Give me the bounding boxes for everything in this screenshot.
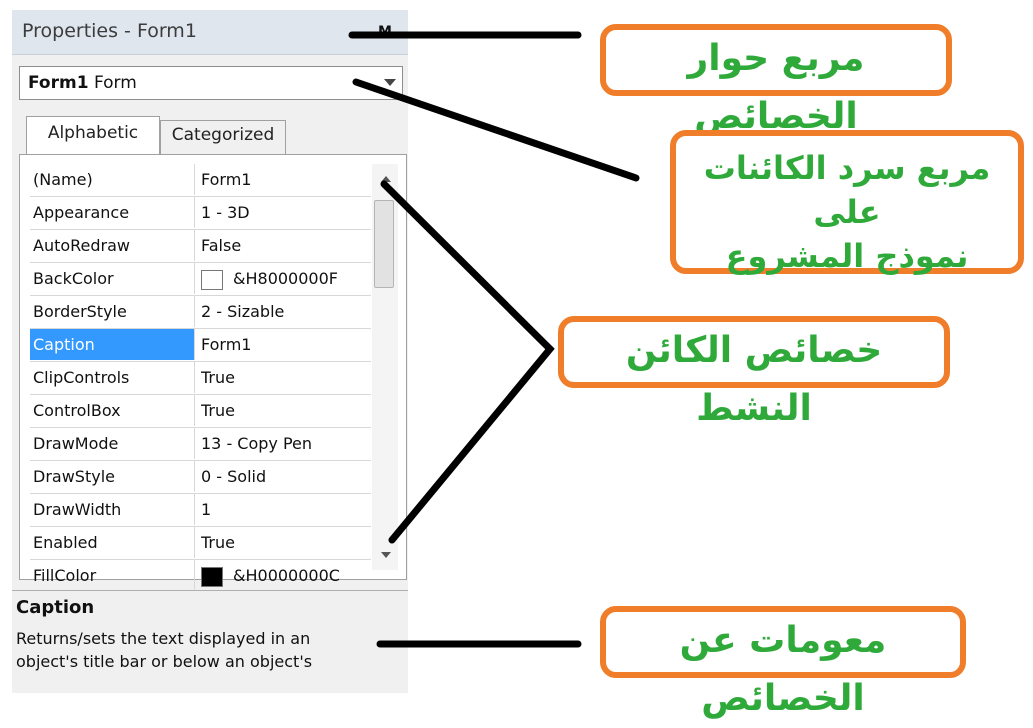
property-value[interactable]: &H8000000F <box>201 263 369 294</box>
property-name[interactable]: ClipControls <box>30 362 195 393</box>
object-type: Form <box>93 73 137 93</box>
property-value[interactable]: 2 - Sizable <box>201 296 369 327</box>
callout-object-list-line-1: مربع سرد الكائنات على <box>703 149 991 231</box>
description-title: Caption <box>16 597 95 618</box>
color-swatch-icon <box>201 566 223 587</box>
property-row[interactable]: BorderStyle 2 - Sizable <box>30 296 371 329</box>
callout-properties-window: مربع حوار الخصائص <box>600 24 952 137</box>
property-row[interactable]: Appearance 1 - 3D <box>30 197 371 230</box>
description-line-1: Returns/sets the text displayed in an <box>16 629 311 648</box>
property-row[interactable]: DrawWidth 1 <box>30 494 371 527</box>
property-name[interactable]: AutoRedraw <box>30 230 195 261</box>
property-row[interactable]: AutoRedraw False <box>30 230 371 263</box>
tab-alphabetic[interactable]: Alphabetic <box>26 116 160 156</box>
pointer-line-grid <box>380 180 555 544</box>
property-row[interactable]: Caption Form1 <box>30 329 371 362</box>
scrollbar-thumb[interactable] <box>374 200 394 288</box>
object-dropdown[interactable]: Form1 Form <box>19 66 403 100</box>
property-value[interactable]: True <box>201 362 369 393</box>
property-name[interactable]: FillColor <box>30 560 195 591</box>
property-value[interactable]: 0 - Solid <box>201 461 369 492</box>
color-swatch-icon <box>201 269 223 290</box>
property-name[interactable]: (Name) <box>30 164 195 195</box>
scroll-up-icon[interactable] <box>381 176 391 182</box>
property-row[interactable]: (Name) Form1 <box>30 164 371 197</box>
window-title: Properties - Form1 <box>22 20 197 42</box>
description-pane: Caption Returns/sets the text displayed … <box>12 590 408 689</box>
property-name[interactable]: Appearance <box>30 197 195 228</box>
property-value[interactable]: 1 - 3D <box>201 197 369 228</box>
properties-grid-frame: (Name) Form1 Appearance 1 - 3D AutoRedraw Fal… <box>19 154 407 593</box>
callout-object-list-line-2: نموذج المشروع <box>725 237 969 275</box>
description-line-2: object's title bar or below an object's <box>16 652 313 671</box>
property-value-text: &H8000000F <box>233 269 338 288</box>
callout-properties-info: معومات عن الخصائص <box>600 606 966 719</box>
property-value[interactable]: False <box>201 230 369 261</box>
tab-categorized[interactable]: Categorized <box>160 120 286 154</box>
property-row[interactable]: DrawStyle 0 - Solid <box>30 461 371 494</box>
property-row[interactable]: ClipControls True <box>30 362 371 395</box>
property-row[interactable]: DrawMode 13 - Copy Pen <box>30 428 371 461</box>
property-row[interactable]: ControlBox True <box>30 395 371 428</box>
property-value[interactable]: 13 - Copy Pen <box>201 428 369 459</box>
property-value[interactable]: &H0000000C <box>201 560 369 591</box>
property-name[interactable]: Enabled <box>30 527 195 558</box>
property-name[interactable]: DrawStyle <box>30 461 195 492</box>
property-value-text: &H0000000C <box>233 566 340 585</box>
property-name[interactable]: DrawWidth <box>30 494 195 525</box>
property-value[interactable]: True <box>201 527 369 558</box>
object-dropdown-value: Form1 Form <box>28 73 137 93</box>
property-name[interactable]: BorderStyle <box>30 296 195 327</box>
property-value[interactable]: Form1 <box>201 164 369 195</box>
property-name[interactable]: BackColor <box>30 263 195 294</box>
close-icon[interactable]: M <box>374 22 396 42</box>
vertical-scrollbar[interactable] <box>372 164 398 570</box>
properties-window: Properties - Form1 M Form1 Form Alphabet… <box>12 10 408 693</box>
description-text: Returns/sets the text displayed in an ob… <box>16 627 404 673</box>
object-name: Form1 <box>28 73 89 93</box>
property-row[interactable]: FillColor &H0000000C <box>30 560 371 593</box>
property-name[interactable]: Caption <box>30 329 195 360</box>
scroll-down-icon[interactable] <box>381 552 391 558</box>
property-row[interactable]: BackColor &H8000000F <box>30 263 371 296</box>
property-name[interactable]: ControlBox <box>30 395 195 426</box>
properties-titlebar[interactable]: Properties - Form1 M <box>12 10 408 55</box>
properties-grid: (Name) Form1 Appearance 1 - 3D AutoRedraw Fal… <box>30 164 371 593</box>
property-value[interactable]: Form1 <box>201 329 369 360</box>
property-name[interactable]: DrawMode <box>30 428 195 459</box>
callout-object-list: مربع سرد الكائنات على نموذج المشروع <box>670 130 1024 275</box>
callout-active-object-properties: خصائص الكائن النشط <box>558 316 950 429</box>
property-row[interactable]: Enabled True <box>30 527 371 560</box>
chevron-down-icon[interactable] <box>384 79 396 86</box>
property-value[interactable]: True <box>201 395 369 426</box>
property-value[interactable]: 1 <box>201 494 369 525</box>
